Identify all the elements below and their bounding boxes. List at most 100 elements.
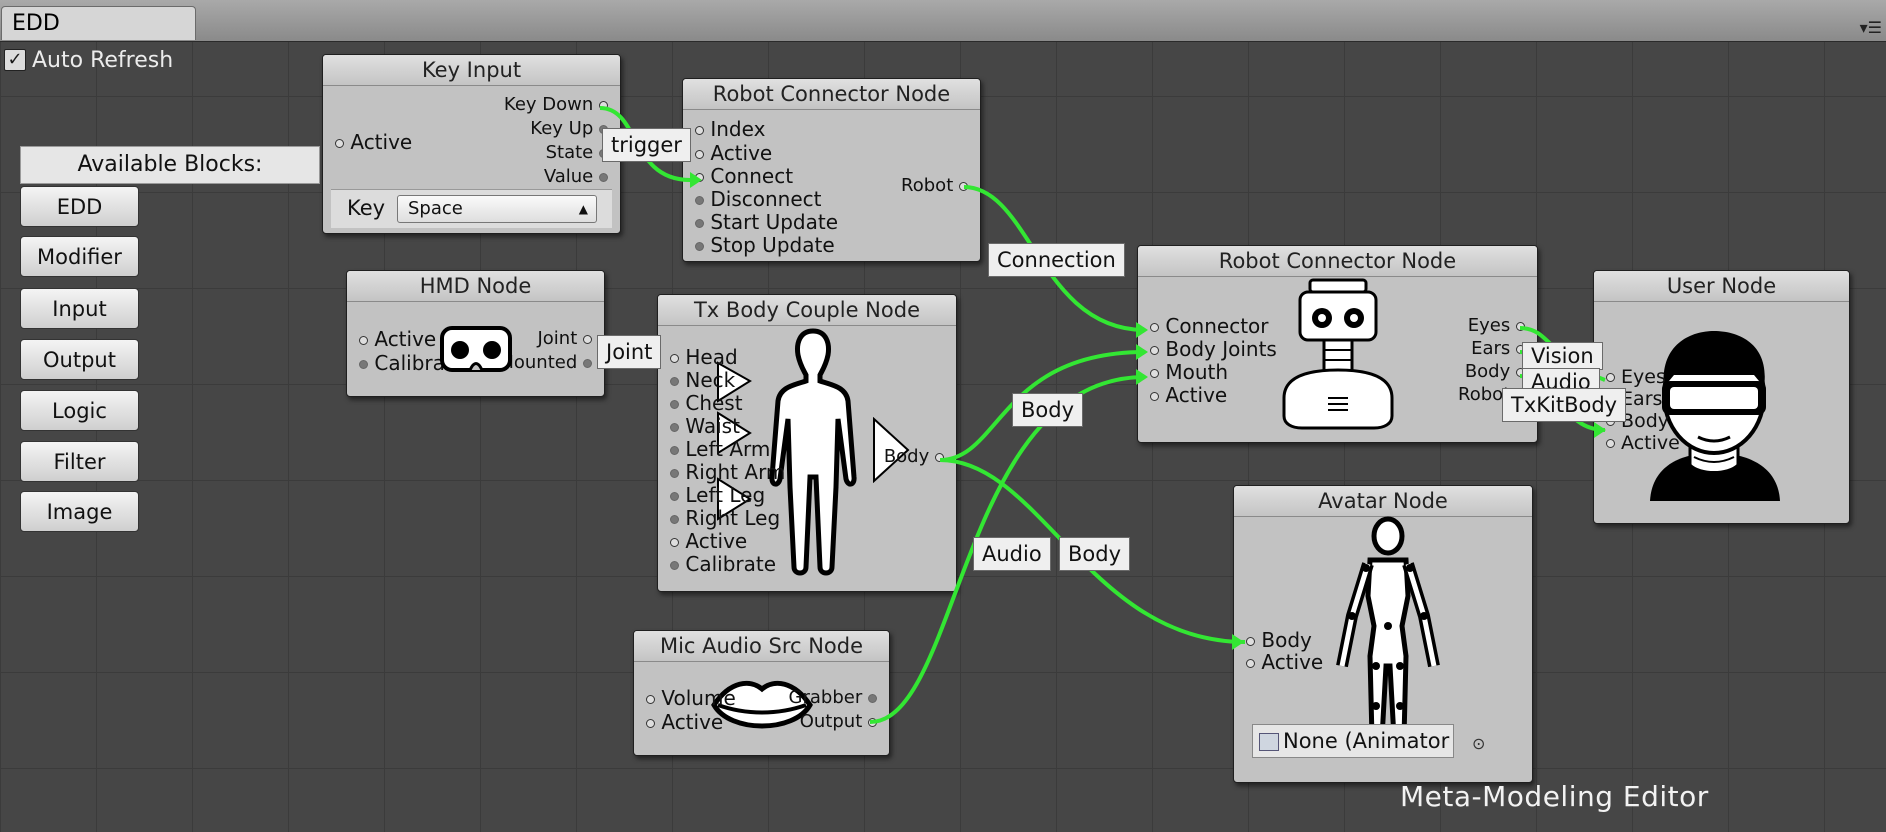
port-label: Stop Update — [710, 233, 835, 257]
port-state[interactable]: State — [546, 141, 608, 165]
port-label: State — [545, 142, 594, 163]
port-label: Body — [1261, 628, 1312, 652]
block-button-output[interactable]: Output — [20, 339, 139, 380]
port-active[interactable]: Active — [359, 327, 436, 351]
node-robot-connector-2[interactable]: Robot Connector Node Connector Body Join… — [1137, 245, 1538, 443]
mannequin-icon — [1336, 516, 1440, 741]
editor-tab-bar: EDD ▾☰ — [0, 0, 1886, 42]
port-volume[interactable]: Volume — [646, 686, 736, 710]
block-button-image[interactable]: Image — [20, 491, 139, 532]
wire-label-audio: Audio — [973, 537, 1051, 571]
node-title[interactable]: Mic Audio Src Node — [634, 631, 889, 662]
port-label: Active — [685, 529, 748, 553]
block-button-logic[interactable]: Logic — [20, 390, 139, 431]
port-mouth[interactable]: Mouth — [1150, 360, 1228, 384]
node-robot-connector-1[interactable]: Robot Connector Node Index Active Connec… — [682, 78, 981, 262]
port-label: Robot — [901, 175, 954, 196]
port-robot[interactable]: Robot — [901, 174, 968, 198]
port-label: Eyes — [1621, 366, 1666, 388]
port-active[interactable]: Active — [335, 130, 412, 154]
node-title[interactable]: HMD Node — [347, 271, 604, 302]
port-waist[interactable]: Waist — [670, 414, 740, 438]
node-hmd[interactable]: HMD Node Active Calibrate Joint Mounted — [346, 270, 605, 397]
node-title[interactable]: Robot Connector Node — [683, 79, 980, 110]
key-select[interactable]: Space ▲ — [397, 195, 597, 223]
animator-object-field[interactable]: None (Animator — [1252, 724, 1454, 758]
hamburger-icon[interactable]: ▾☰ — [1860, 18, 1882, 37]
node-tx-body-couple[interactable]: Tx Body Couple Node Head Neck Chest Wais… — [657, 294, 957, 592]
port-key-up[interactable]: Key Up — [530, 117, 608, 141]
port-index[interactable]: Index — [695, 117, 765, 141]
port-left-leg[interactable]: Left Leg — [670, 483, 765, 507]
port-eyes[interactable]: Eyes — [1468, 314, 1525, 338]
wire-label-vision: Vision — [1522, 342, 1603, 370]
port-ears[interactable]: Ears — [1471, 337, 1525, 361]
node-avatar[interactable]: Avatar Node Body Active None (Animator ⊙ — [1233, 485, 1533, 783]
port-value[interactable]: Value — [544, 165, 608, 189]
port-label: Left Arm — [685, 437, 771, 461]
port-body[interactable]: Body — [884, 445, 944, 469]
port-stop-update[interactable]: Stop Update — [695, 233, 835, 257]
auto-refresh-toggle[interactable]: ✓ Auto Refresh — [4, 46, 173, 74]
port-label: Key Down — [503, 94, 594, 115]
port-active[interactable]: Active — [646, 710, 723, 734]
tab-edd[interactable]: EDD — [1, 6, 196, 40]
port-eyes[interactable]: Eyes — [1606, 365, 1666, 389]
port-active[interactable]: Active — [695, 141, 772, 165]
port-body[interactable]: Body — [1246, 628, 1312, 652]
port-label: Disconnect — [710, 187, 822, 211]
port-calibrate[interactable]: Calibrate — [670, 552, 776, 576]
port-label: Active — [1165, 383, 1228, 407]
port-head[interactable]: Head — [670, 345, 738, 369]
node-mic-audio-src[interactable]: Mic Audio Src Node Volume Active Grabber… — [633, 630, 890, 756]
node-title[interactable]: Tx Body Couple Node — [658, 295, 956, 326]
node-key-input[interactable]: Key Input Active Key Down Key Up State V… — [322, 54, 621, 234]
port-connector[interactable]: Connector — [1150, 314, 1269, 338]
node-title[interactable]: Avatar Node — [1234, 486, 1532, 517]
port-connect[interactable]: Connect — [695, 164, 793, 188]
port-active[interactable]: Active — [1246, 650, 1323, 674]
port-label: Value — [543, 166, 594, 187]
port-active[interactable]: Active — [1606, 431, 1680, 455]
port-label: Active — [1621, 432, 1680, 454]
port-label: Connect — [710, 164, 794, 188]
port-key-down[interactable]: Key Down — [504, 93, 608, 117]
port-label: Index — [710, 117, 766, 141]
port-label: Key Up — [530, 118, 594, 139]
node-title[interactable]: Key Input — [323, 55, 620, 86]
block-button-input[interactable]: Input — [20, 288, 139, 329]
port-chest[interactable]: Chest — [670, 391, 743, 415]
port-body-joints[interactable]: Body Joints — [1150, 337, 1277, 361]
wire-label-body: Body — [1012, 393, 1084, 427]
port-body[interactable]: Body — [1465, 360, 1525, 384]
available-blocks-header: Available Blocks: — [20, 146, 320, 184]
node-title[interactable]: User Node — [1594, 271, 1849, 302]
port-active[interactable]: Active — [1150, 383, 1227, 407]
block-button-edd[interactable]: EDD — [20, 186, 139, 227]
port-label: Active — [1261, 650, 1324, 674]
port-left-arm[interactable]: Left Arm — [670, 437, 770, 461]
object-picker-icon[interactable]: ⊙ — [1472, 734, 1485, 753]
block-button-modifier[interactable]: Modifier — [20, 236, 139, 277]
block-button-filter[interactable]: Filter — [20, 441, 139, 482]
port-joint[interactable]: Joint — [537, 327, 592, 351]
node-title[interactable]: Robot Connector Node — [1138, 246, 1537, 277]
key-select-value: Space — [408, 198, 463, 219]
port-label: Ears — [1471, 338, 1511, 359]
checkbox-checked-icon[interactable]: ✓ — [4, 49, 26, 71]
node-user[interactable]: User Node Eyes Ears Body Active — [1593, 270, 1850, 524]
port-right-arm[interactable]: Right Arm — [670, 460, 785, 484]
port-label: Calibrate — [685, 552, 777, 576]
port-grabber[interactable]: Grabber — [789, 686, 877, 710]
port-label: Chest — [685, 391, 743, 415]
wire-label-joint: Joint — [597, 335, 662, 369]
editor-watermark: Meta-Modeling Editor — [1400, 780, 1709, 813]
port-output[interactable]: Output — [800, 710, 877, 734]
port-right-leg[interactable]: Right Leg — [670, 506, 780, 530]
port-label: Right Arm — [685, 460, 786, 484]
port-neck[interactable]: Neck — [670, 368, 735, 392]
port-start-update[interactable]: Start Update — [695, 210, 838, 234]
port-active[interactable]: Active — [670, 529, 747, 553]
animator-icon — [1259, 733, 1279, 751]
port-disconnect[interactable]: Disconnect — [695, 187, 821, 211]
